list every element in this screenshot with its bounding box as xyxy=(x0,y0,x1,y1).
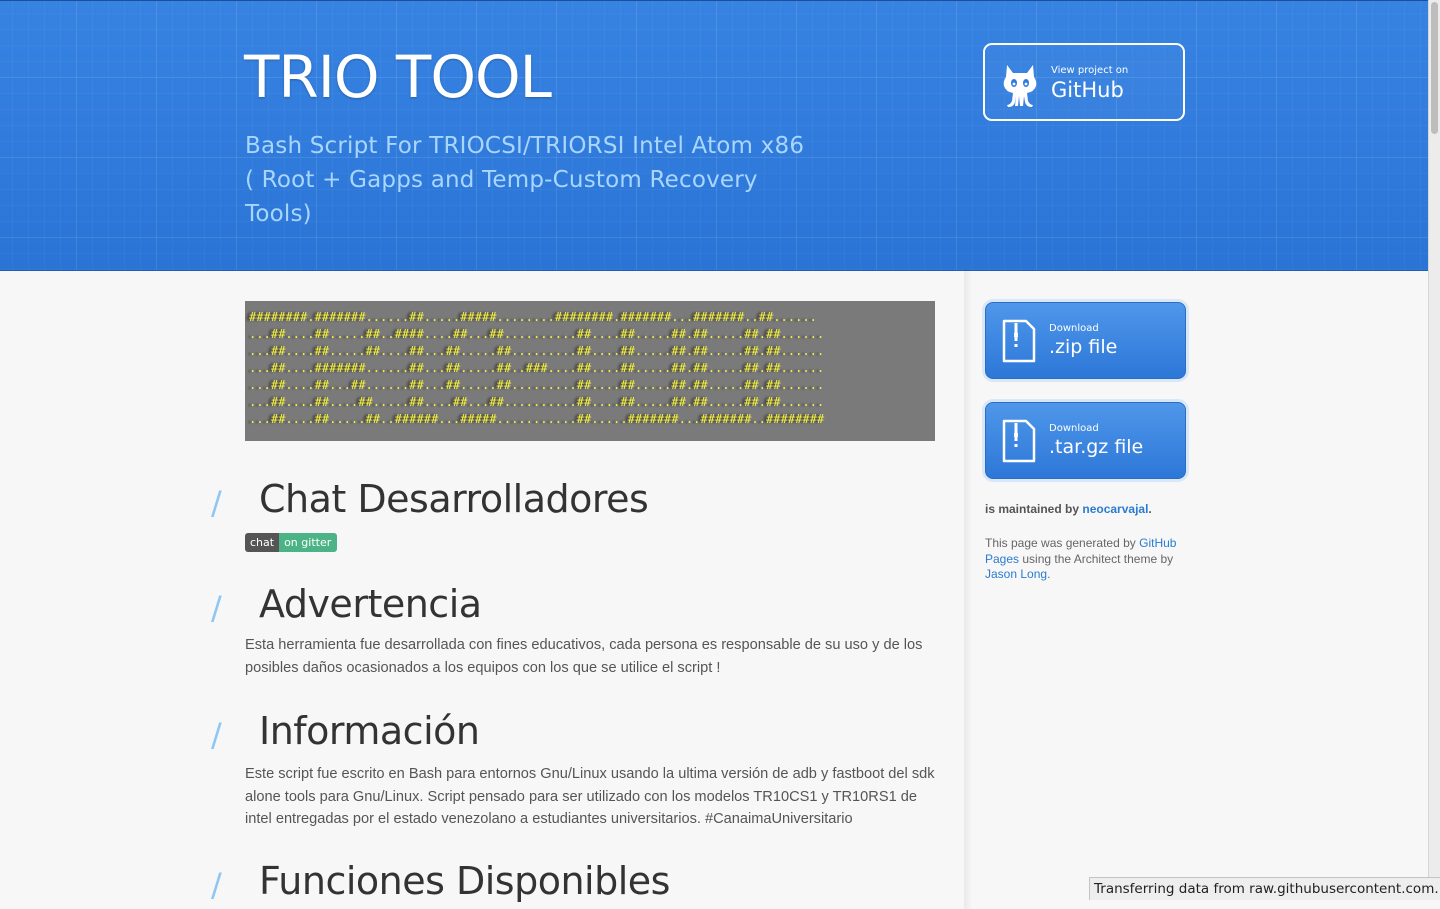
ascii-banner: ########.#######......##.....#####......… xyxy=(245,301,935,441)
section-funciones: / Funciones Disponibles xyxy=(211,857,935,905)
heading-slash-icon: / xyxy=(211,589,222,627)
octocat-icon xyxy=(1003,65,1037,107)
ascii-banner-line: ########.#######......##.....#####......… xyxy=(249,310,817,324)
zip-file-icon xyxy=(1002,319,1036,363)
badge-left: chat xyxy=(245,533,280,552)
download-targz-caption: Download xyxy=(1049,423,1099,434)
ascii-banner-line: ...##....##.....##..######...#####......… xyxy=(249,412,825,426)
github-button-caption: View project on xyxy=(1051,65,1129,76)
credits-prefix: This page was generated by xyxy=(985,536,1136,550)
ascii-banner-line: ...##....#######......##...##.....##..##… xyxy=(249,361,825,375)
credits: This page was generated by GitHub Pages … xyxy=(985,536,1195,583)
download-targz-label: .tar.gz file xyxy=(1049,436,1144,458)
ascii-banner-line: ...##....##.....##....##...##.....##....… xyxy=(249,344,825,358)
badge-right: on gitter xyxy=(279,533,338,552)
section-heading: / Chat Desarrolladores xyxy=(211,475,935,523)
maintainer-link[interactable]: neocarvajal xyxy=(1082,502,1148,516)
download-zip-button[interactable]: Download .zip file xyxy=(985,302,1186,379)
advertencia-text: Esta herramienta fue desarrollada con fi… xyxy=(245,637,923,676)
browser-status-bar: Transferring data from raw.githubusercon… xyxy=(1089,877,1440,900)
ascii-banner-line: ...##....##.....##..####....##...##.....… xyxy=(249,327,825,341)
section-heading: / Advertencia xyxy=(211,580,935,628)
section-informacion: / Información Este script fue escrito en … xyxy=(211,707,935,831)
main-content: ########.#######......##.....#####......… xyxy=(211,301,935,905)
ascii-banner-line: ...##....##....##.....##....##...##.....… xyxy=(249,395,825,409)
view-on-github-button[interactable]: View project on GitHub xyxy=(983,43,1185,121)
gitter-chat-badge[interactable]: chat on gitter xyxy=(245,533,338,552)
github-button-label: GitHub xyxy=(1051,78,1124,102)
maintained-prefix: is maintained by xyxy=(985,502,1080,516)
page-header: TRIO TOOL Bash Script For TRIOCSI/TRIORS… xyxy=(0,0,1428,271)
ascii-banner-line: ...##....##...##......##...##.....##....… xyxy=(249,378,825,392)
credits-middle: using the Architect theme by xyxy=(1022,551,1174,566)
maintained-by: is maintained by neocarvajal. xyxy=(985,502,1152,516)
download-zip-caption: Download xyxy=(1049,323,1099,334)
jason-long-link[interactable]: Jason Long xyxy=(985,567,1047,581)
vertical-scrollbar[interactable] xyxy=(1428,0,1440,900)
informacion-text: Este script fue escrito en Bash para ent… xyxy=(245,766,935,827)
download-zip-label: .zip file xyxy=(1049,336,1118,358)
page-title: TRIO TOOL xyxy=(244,43,552,111)
page-subtitle: Bash Script For TRIOCSI/TRIORSI Intel At… xyxy=(245,133,805,227)
scrollbar-thumb[interactable] xyxy=(1431,2,1438,134)
heading-slash-icon: / xyxy=(211,716,222,754)
targz-file-icon xyxy=(1002,419,1036,463)
credits-suffix: . xyxy=(1047,567,1051,581)
download-targz-button[interactable]: Download .tar.gz file xyxy=(985,402,1186,479)
section-advertencia: / Advertencia Esta herramienta fue desarr… xyxy=(211,580,935,679)
heading-slash-icon: / xyxy=(211,484,222,522)
section-heading: / Información xyxy=(211,707,935,755)
section-heading: / Funciones Disponibles xyxy=(211,857,935,905)
heading-slash-icon: / xyxy=(211,865,222,904)
section-chat: / Chat Desarrolladores chat on gitter xyxy=(211,475,935,552)
